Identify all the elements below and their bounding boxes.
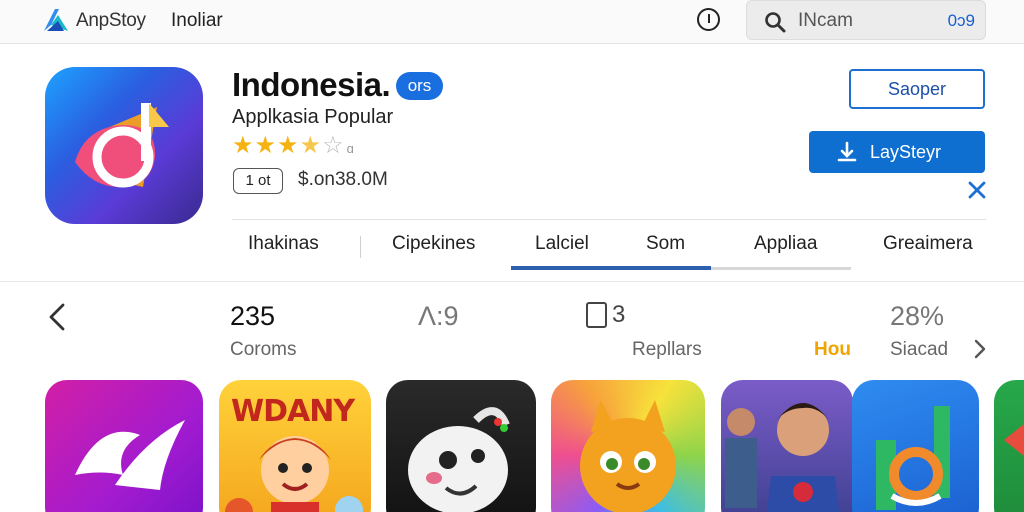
gallery-thumb-cartoon[interactable]: WDANY bbox=[219, 380, 371, 512]
tabs-divider bbox=[232, 219, 986, 220]
search-input[interactable]: INcam 0ɔ9 bbox=[746, 0, 986, 40]
game-title-text: WDANY bbox=[231, 394, 355, 429]
age-rating-badge: 1 ot bbox=[233, 168, 283, 194]
app-size: $.on38.0M bbox=[298, 169, 388, 190]
rating-stars: ★★★★☆ ɑ bbox=[232, 133, 355, 159]
title-badge: ors bbox=[396, 72, 443, 100]
chevron-left-icon[interactable] bbox=[46, 302, 68, 332]
top-bar: AnpStoy Inoliar INcam 0ɔ9 bbox=[0, 0, 1024, 44]
search-icon bbox=[765, 12, 786, 33]
brand-name[interactable]: AnpStoy bbox=[76, 10, 146, 32]
stat-label: Siacad bbox=[890, 339, 949, 360]
nav-link[interactable]: Inoliar bbox=[171, 10, 223, 32]
tab-4[interactable]: Som bbox=[646, 233, 685, 255]
app-logo-icon bbox=[876, 406, 950, 510]
stat-label: Repllars bbox=[632, 339, 702, 360]
tab-separator bbox=[360, 236, 361, 258]
stat-value: Λ:9 bbox=[418, 301, 459, 331]
secondary-button[interactable]: Saoper bbox=[849, 69, 985, 109]
tab-2[interactable]: Cipekines bbox=[392, 233, 475, 255]
tab-active-indicator bbox=[511, 266, 711, 270]
info-icon[interactable] bbox=[697, 8, 720, 31]
app-logo-icon bbox=[75, 103, 169, 188]
tab-3-active[interactable]: Lalciel bbox=[535, 233, 589, 255]
tab-6[interactable]: Greaimera bbox=[883, 233, 973, 255]
app-logo-icon bbox=[1004, 424, 1024, 456]
brand-logo-icon[interactable] bbox=[42, 7, 70, 33]
app-subtitle: Applkasia Popular bbox=[232, 106, 394, 128]
install-button-label: LaySteyr bbox=[870, 142, 942, 162]
app-logo-icon bbox=[75, 420, 185, 490]
half-star-icon: ★ bbox=[299, 132, 323, 159]
tab-1[interactable]: Ihakinas bbox=[248, 233, 319, 255]
gallery-thumb-hero[interactable] bbox=[721, 380, 853, 512]
star-icon: ★ bbox=[277, 132, 300, 159]
app-icon bbox=[45, 67, 203, 224]
stat-label: Coroms bbox=[230, 339, 297, 360]
star-icon: ★ bbox=[232, 132, 255, 159]
download-icon bbox=[837, 141, 857, 162]
device-icon bbox=[586, 302, 607, 328]
gallery-thumb-creature[interactable] bbox=[386, 380, 536, 512]
install-button[interactable]: LaySteyr bbox=[809, 131, 985, 173]
gallery-thumb-orange-cat[interactable] bbox=[551, 380, 705, 512]
section-divider bbox=[0, 281, 1024, 282]
gallery-thumb-green[interactable] bbox=[994, 380, 1024, 512]
empty-star-icon: ☆ bbox=[322, 132, 345, 159]
stat-value: 3 bbox=[612, 301, 626, 328]
app-title: Indonesia. bbox=[232, 66, 391, 103]
orange-cat-icon bbox=[580, 400, 676, 512]
star-icon: ★ bbox=[254, 132, 278, 159]
rating-mark: ɑ bbox=[346, 141, 355, 156]
chevron-right-icon[interactable] bbox=[971, 338, 989, 360]
stat-value: 235 bbox=[230, 301, 276, 331]
gallery-thumb-blue[interactable] bbox=[852, 380, 979, 512]
close-icon[interactable] bbox=[967, 180, 987, 200]
stat-label-highlight: Hou bbox=[814, 339, 851, 360]
search-shortcut: 0ɔ9 bbox=[947, 11, 975, 30]
tab-5[interactable]: Appliaa bbox=[754, 233, 817, 255]
white-creature-icon bbox=[408, 407, 510, 512]
search-placeholder: INcam bbox=[798, 10, 853, 31]
hero-character-icon bbox=[725, 403, 839, 512]
gallery-thumb-magenta[interactable] bbox=[45, 380, 203, 512]
stat-value: 28% bbox=[890, 301, 945, 331]
